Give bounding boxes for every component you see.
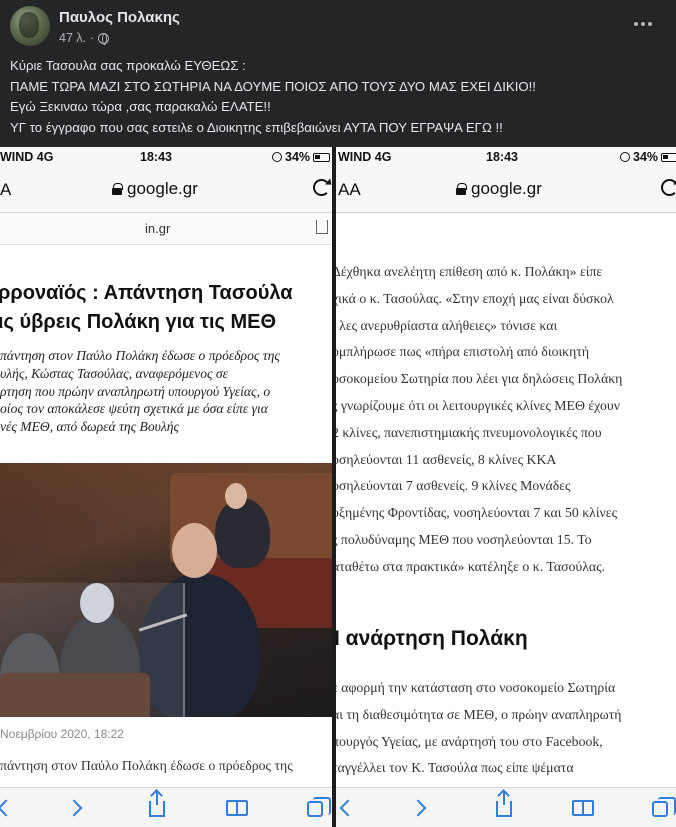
article-headline: ρροναϊός : Απάντηση Τασούλα ις ύβρεις Πο… [0,279,330,337]
bookmarks-icon[interactable] [226,800,248,816]
body-line: πουργός Υγείας, με ανάρτησή του στο Face… [336,733,603,749]
body-line: Δέχθηκα ανελέητη επίθεση από κ. Πολάκη» … [336,264,603,279]
battery-icon [313,152,331,162]
domain-text: google.gr [471,179,542,198]
share-icon[interactable] [316,220,328,234]
tabs-icon[interactable] [307,797,331,817]
lede-line: ρτηση που πρώην αναπληρωτή υπουργού Υγεί… [0,383,271,399]
headline-line: ις ύβρεις Πολάκη για τις ΜΕΘ [0,311,277,333]
more-options-icon[interactable] [630,14,656,34]
url-bar[interactable]: AA google.gr [336,167,676,213]
article-lede: πάντηση στον Παύλο Πολάκη έδωσε ο πρόεδρ… [0,347,332,436]
post-line: ΠΑΜΕ ΤΩΡΑ ΜΑΖΙ ΣΤΟ ΣΩΤΗΡΙΑ ΝΑ ΔΟΥΜΕ ΠΟΙΟ… [10,78,536,94]
post-line: Κύριε Τασουλα σας προκαλώ ΕΥΘΕΩΣ : [10,58,246,73]
lock-icon [456,183,467,195]
reload-icon[interactable] [661,179,676,196]
lede-line: νές ΜΕΘ, από δωρεά της Βουλής [0,419,180,435]
status-bar: WIND 4G 18:43 34% [336,147,676,167]
avatar[interactable] [10,6,50,46]
post-header: Παυλος Πολακης 47 λ. · [10,4,666,50]
forward-icon[interactable] [65,799,83,817]
url-domain[interactable]: google.gr [456,179,542,199]
domain-text: google.gr [127,179,198,198]
body-line: οσοκομείου Σωτηρία που λέει για δηλώσεις… [336,371,623,387]
headline-line: ρροναϊός : Απάντηση Τασούλα [0,282,293,304]
battery-status: 34% [272,150,331,164]
lede-line: πάντηση στον Παύλο Πολάκη έδωσε ο πρόεδρ… [0,348,280,363]
url-domain[interactable]: google.gr [112,179,198,199]
lede-line: υλής, Κώστας Τασούλας, αναφερόμενος σε [0,365,228,381]
article-photo [0,463,332,717]
back-icon[interactable] [0,799,15,817]
amp-header: in.gr [0,213,332,245]
alarm-icon [272,152,282,162]
post-text: Κύριε Τασουλα σας προκαλώ ΕΥΘΕΩΣ : ΠΑΜΕ … [10,56,666,138]
tabs-icon[interactable] [652,797,676,817]
article-body: πάντηση στον Παύλο Πολάκη έδωσε ο πρόεδρ… [0,753,332,780]
clock: 18:43 [140,150,172,164]
bookmarks-icon[interactable] [572,800,594,816]
status-bar: WIND 4G 18:43 34% [0,147,332,167]
share-icon[interactable] [496,792,512,817]
body-line: ταγγέλλει τον Κ. Τασούλα πως είπε ψέματα [336,760,574,776]
body-line: ε αφορμή την κατάσταση στο νοσοκομείο Σω… [336,680,616,695]
body-line: ς πολυδύναμης ΜΕΘ που νοσηλεύονται 15. Τ… [336,531,592,547]
carrier-label: WIND 4G [0,150,54,164]
post-meta: 47 λ. · [59,31,110,45]
body-line: οσηλεύονται 11 ασθενείς, 8 κλίνες ΚΚΑ [336,451,557,467]
browser-toolbar [0,787,332,827]
post-line: ΥΓ το έγγραφο που σας εστειλε ο Διοικητη… [10,119,503,135]
post-time[interactable]: 47 λ. [59,31,86,45]
site-name[interactable]: in.gr [145,221,170,236]
back-icon[interactable] [339,799,357,817]
body-line: αι τη διαθεσιμότητα σε ΜΕΘ, ο πρώην αναπ… [336,706,622,722]
section-heading: Ι ανάρτηση Πολάκη [336,627,528,650]
browser-toolbar [336,787,676,827]
article-body-2: ε αφορμή την κατάσταση στο νοσοκομείο Σω… [336,675,672,782]
share-icon[interactable] [149,792,165,817]
globe-icon[interactable] [98,32,110,45]
reader-aa-button[interactable]: A [0,180,11,200]
alarm-icon [620,152,630,162]
battery-percent: 34% [285,150,311,164]
body-line: υμπλήρωσε πως «πήρα επιστολή από διοικητ… [336,344,590,360]
author-name[interactable]: Παυλος Πολακης [59,9,180,26]
lede-line: οίος τον αποκάλεσε ψεύτη σχετικά με όσα … [0,401,268,417]
reload-icon[interactable] [313,179,330,196]
article-caption: Νοεμβρίου 2020, 18:22 [0,727,332,741]
lock-icon [112,183,123,195]
battery-percent: 34% [633,150,659,164]
date-caption: Νοεμβρίου 2020, 18:22 [0,727,124,741]
battery-icon [661,152,676,162]
separator-dot: · [90,31,95,45]
body-line: πάντηση στον Παύλο Πολάκη έδωσε ο πρόεδρ… [0,758,293,773]
body-line: 2 κλίνες, πανεπιστημιακής πνευμονολογικέ… [336,424,602,440]
battery-status: 34% [620,150,676,164]
article-body: Δέχθηκα ανελέητη επίθεση από κ. Πολάκη» … [336,259,672,581]
reader-aa-button[interactable]: AA [338,180,361,200]
body-line: αταθέτω στα πρακτικά» κατέληξε ο κ. Τασο… [336,558,606,574]
body-line: χικά ο κ. Τασούλας. «Στην εποχή μας είνα… [336,290,614,306]
post-line: Εγώ Ξεκιναω τώρα ,σας παρακαλώ ΕΛΑΤΕ!! [10,99,271,114]
carrier-label: WIND 4G [338,150,392,164]
body-line: ς γνωρίζουμε ότι οι λειτουργικές κλίνες … [336,397,620,413]
screenshot-right[interactable]: WIND 4G 18:43 34% AA google.gr Δέχθηκα α… [336,147,676,827]
screenshot-left[interactable]: WIND 4G 18:43 34% A google.gr in.gr ρρον… [0,147,332,827]
section-heading-wrap: Ι ανάρτηση Πολάκη [336,627,674,651]
body-line: υξημένης Φροντίδας, νοσηλεύονται 7 και 5… [336,505,618,521]
body-line: ι λες ανερυθρίαστα αλήθειες» τόνισε και [336,317,558,333]
clock: 18:43 [486,150,518,164]
url-bar[interactable]: A google.gr [0,167,332,213]
body-line: οσηλεύονται 7 ασθενείς. 9 κλίνες Μονάδες [336,478,571,494]
forward-icon[interactable] [409,799,427,817]
